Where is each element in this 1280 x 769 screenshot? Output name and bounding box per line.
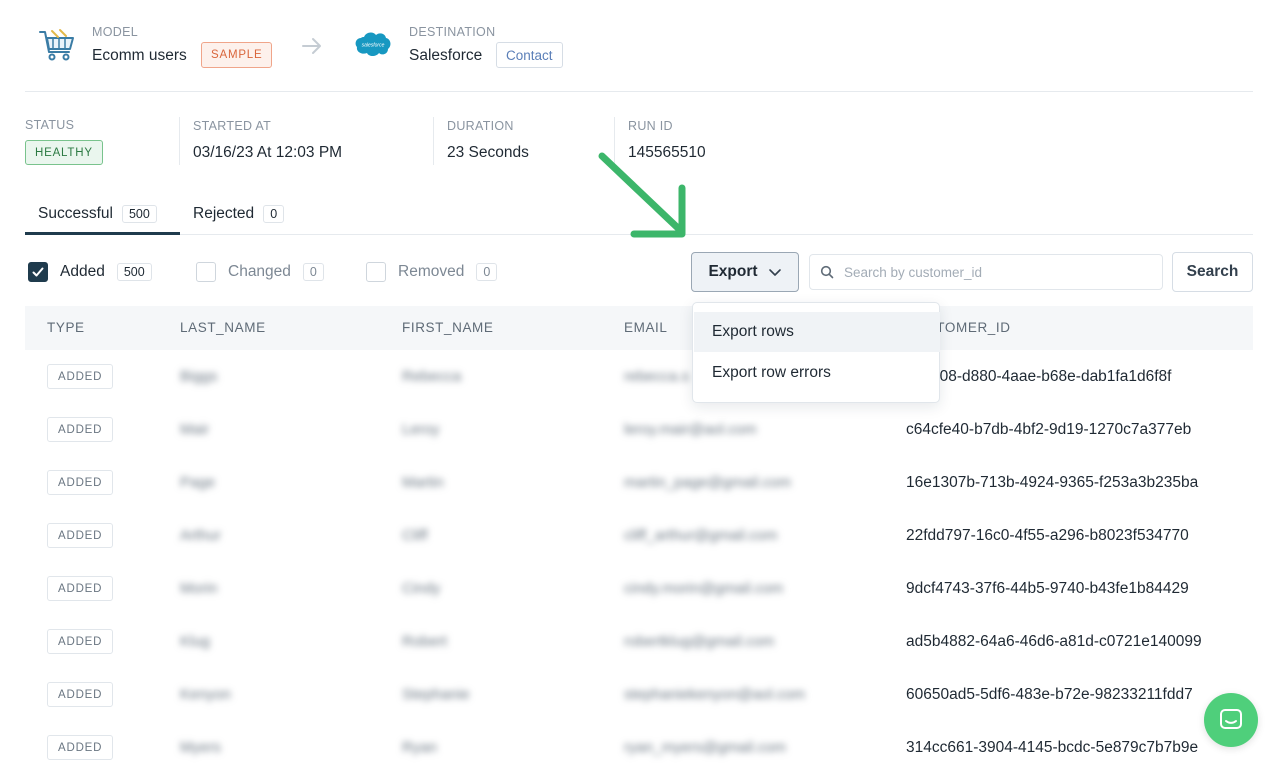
column-header-type[interactable]: TYPE <box>47 320 85 335</box>
row-customer-id: ad5b4882-64a6-46d6-a81d-c0721e140099 <box>906 633 1202 650</box>
arrow-right-icon <box>302 38 321 54</box>
row-first-name: Ryan <box>402 739 438 756</box>
row-last-name: Kenyon <box>180 686 231 703</box>
row-first-name: Cindy <box>402 580 441 597</box>
tab-label: Successful <box>38 205 113 222</box>
row-email: rebecca.s <box>624 368 690 385</box>
export-button[interactable]: Export <box>691 252 799 292</box>
row-last-name: Biggs <box>180 368 218 385</box>
filter-label: Added <box>60 263 105 280</box>
destination-name[interactable]: Salesforce <box>409 47 482 65</box>
row-customer-id: 9dcf4743-37f6-44b5-9740-b43fe1b84429 <box>906 580 1189 597</box>
row-email: ryan_myers@gmail.com <box>624 739 786 756</box>
checkmark-icon <box>32 267 44 277</box>
filter-removed[interactable]: Removed 0 <box>366 262 498 282</box>
annotation-arrow-icon <box>598 152 686 238</box>
row-email: martin_page@gmail.com <box>624 474 791 491</box>
row-type-badge: ADDED <box>47 629 114 654</box>
row-customer-id: 16e1307b-713b-4924-9365-f253a3b235ba <box>906 474 1199 491</box>
row-email: cliff_arthur@gmail.com <box>624 527 778 544</box>
started-at-label: STARTED AT <box>193 119 272 133</box>
filter-added[interactable]: Added 500 <box>28 262 152 282</box>
row-type-badge: ADDED <box>47 735 114 760</box>
started-at-value: 03/16/23 At 12:03 PM <box>193 144 343 161</box>
menu-item-export-row-errors[interactable]: Export row errors <box>694 353 940 393</box>
row-type-badge: ADDED <box>47 682 114 707</box>
row-first-name: Cliff <box>402 527 428 544</box>
row-email: robertklug@gmail.com <box>624 633 775 650</box>
row-first-name: Martin <box>402 474 444 491</box>
status-badge: HEALTHY <box>25 140 103 165</box>
chevron-down-icon <box>768 269 781 276</box>
export-menu: Export rows Export row errors <box>692 302 940 403</box>
search-button[interactable]: Search <box>1172 252 1253 292</box>
row-customer-id: 314cc661-3904-4145-bcdc-5e879c7b7b9e <box>906 739 1199 756</box>
row-first-name: Stephanie <box>402 686 470 703</box>
row-type-badge: ADDED <box>47 523 114 548</box>
search-input[interactable] <box>844 264 1144 280</box>
search-field[interactable] <box>809 254 1163 290</box>
tab-count: 500 <box>121 205 157 223</box>
shopping-cart-icon <box>39 29 74 61</box>
filter-count: 0 <box>476 263 498 281</box>
search-icon <box>820 265 834 279</box>
export-button-label: Export <box>708 263 758 280</box>
row-email: stephaniekenyon@aol.com <box>624 686 806 703</box>
destination-object-badge: Contact <box>496 42 563 68</box>
filter-label: Changed <box>228 263 291 280</box>
added-checkbox[interactable] <box>28 262 48 282</box>
menu-item-export-rows[interactable]: Export rows <box>694 312 940 352</box>
row-customer-id: c94308-d880-4aae-b68e-dab1fa1d6f8f <box>906 368 1172 385</box>
status-label: STATUS <box>25 118 75 132</box>
row-first-name: Robert <box>402 633 448 650</box>
row-email: leroy.mair@aol.com <box>624 421 757 438</box>
row-first-name: Rebecca <box>402 368 462 385</box>
info-divider <box>433 117 434 165</box>
chat-icon <box>1220 709 1242 729</box>
filter-changed[interactable]: Changed 0 <box>196 262 324 282</box>
salesforce-logo-icon: salesforce <box>355 32 391 56</box>
column-header-last-name[interactable]: LAST_NAME <box>180 320 266 335</box>
filter-count: 500 <box>116 263 152 281</box>
row-customer-id: c64cfe40-b7db-4bf2-9d19-1270c7a377eb <box>906 421 1192 438</box>
column-header-email[interactable]: EMAIL <box>624 320 668 335</box>
row-last-name: Morin <box>180 580 218 597</box>
row-email: cindy.morin@gmail.com <box>624 580 784 597</box>
row-last-name: Myers <box>180 739 221 756</box>
tab-successful[interactable]: Successful 500 <box>38 203 157 225</box>
row-last-name: Arthur <box>180 527 221 544</box>
row-first-name: Leroy <box>402 421 440 438</box>
model-label: MODEL <box>92 25 138 39</box>
destination-label: DESTINATION <box>409 25 496 39</box>
row-customer-id: 22fdd797-16c0-4f55-a296-b8023f534770 <box>906 527 1189 544</box>
tab-label: Rejected <box>193 205 255 222</box>
model-name[interactable]: Ecomm users <box>92 47 187 65</box>
chat-launcher-button[interactable] <box>1204 693 1258 747</box>
row-last-name: Mair <box>180 421 210 438</box>
info-divider <box>179 117 180 165</box>
removed-checkbox[interactable] <box>366 262 386 282</box>
row-type-badge: ADDED <box>47 364 114 389</box>
row-last-name: Klug <box>180 633 211 650</box>
filter-count: 0 <box>302 263 324 281</box>
run-id-label: RUN ID <box>628 119 673 133</box>
row-type-badge: ADDED <box>47 576 114 601</box>
duration-value: 23 Seconds <box>447 144 529 161</box>
row-type-badge: ADDED <box>47 470 114 495</box>
duration-label: DURATION <box>447 119 514 133</box>
active-tab-indicator <box>25 232 180 235</box>
filter-label: Removed <box>398 263 465 280</box>
header-divider <box>25 91 1253 92</box>
changed-checkbox[interactable] <box>196 262 216 282</box>
row-type-badge: ADDED <box>47 417 114 442</box>
tab-rejected[interactable]: Rejected 0 <box>193 203 285 225</box>
column-header-first-name[interactable]: FIRST_NAME <box>402 320 494 335</box>
row-last-name: Page <box>180 474 216 491</box>
row-customer-id: 60650ad5-5df6-483e-b72e-98233211fdd7 <box>906 686 1193 703</box>
tab-count: 0 <box>263 205 285 223</box>
salesforce-logo-text: salesforce <box>362 43 385 49</box>
sample-badge: SAMPLE <box>201 42 273 68</box>
